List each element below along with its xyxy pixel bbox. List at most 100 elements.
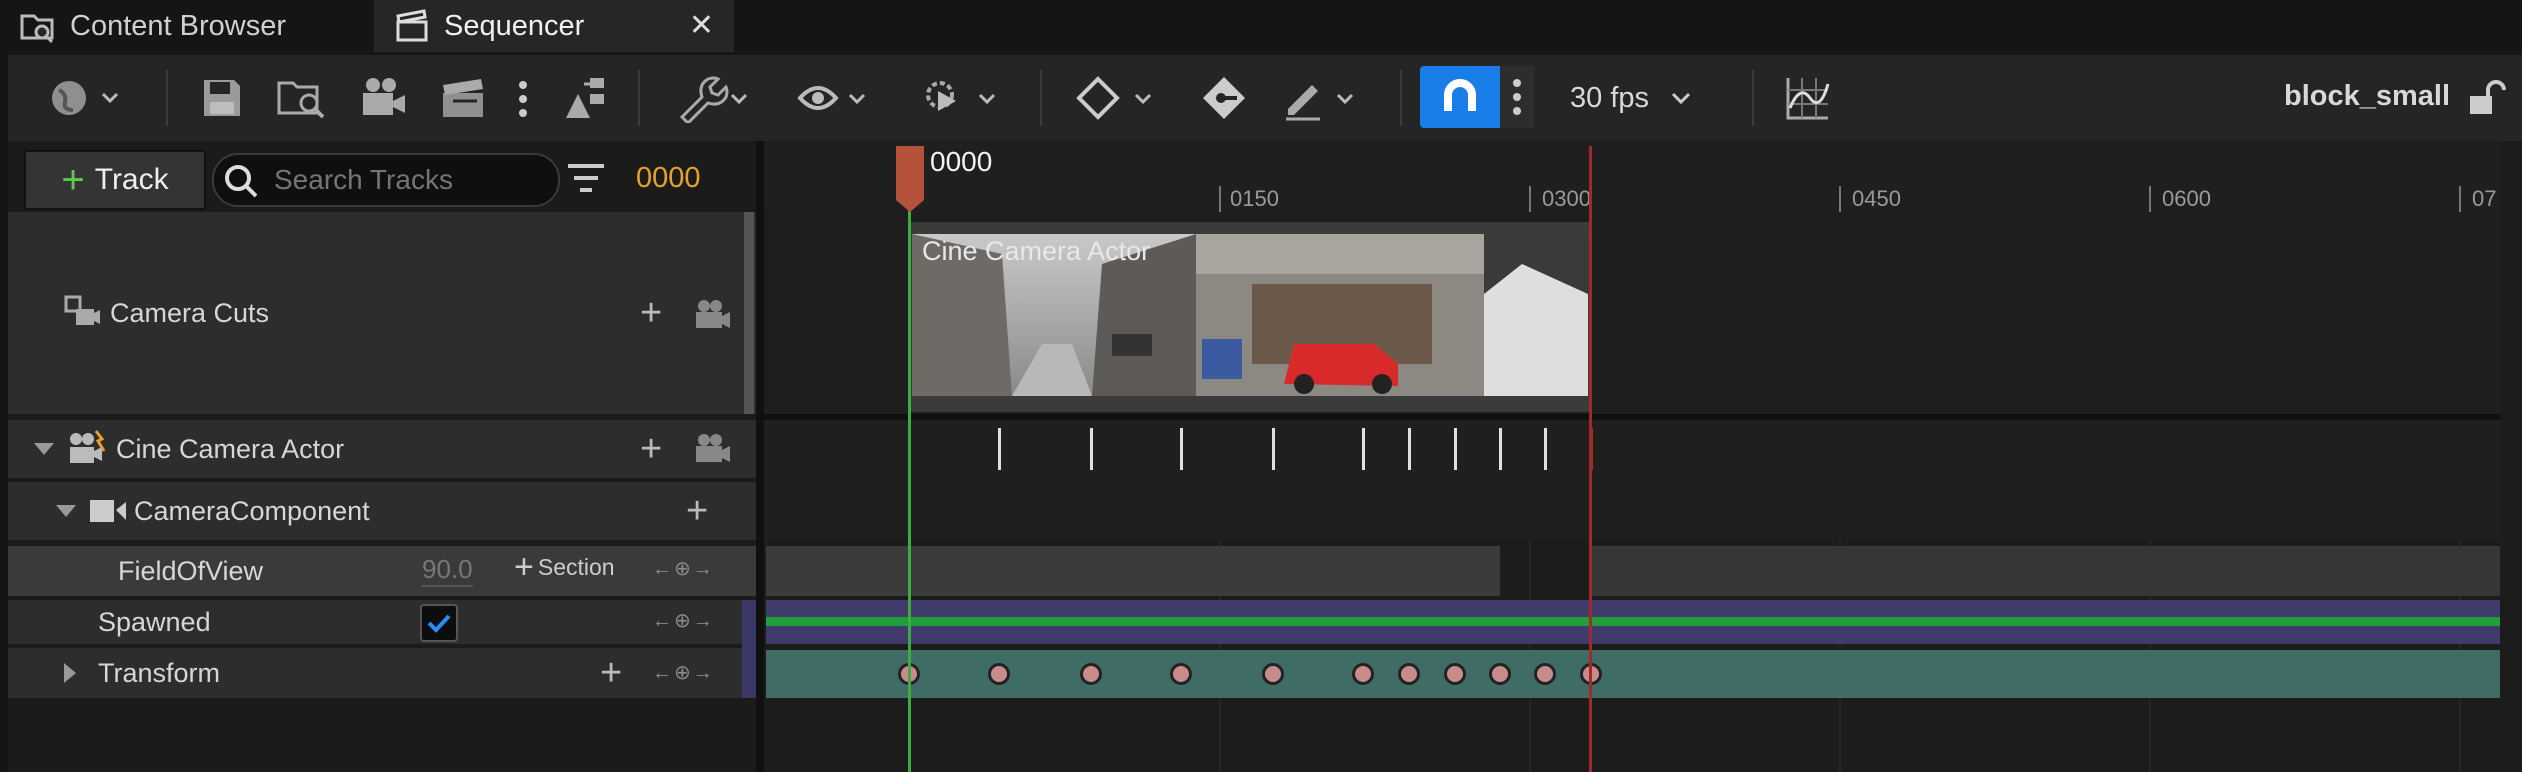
pencil-icon	[1286, 85, 1354, 121]
keyframe-navigation-icon[interactable]: ←⊕→	[652, 660, 715, 685]
edit-mode-button[interactable]	[1282, 70, 1362, 126]
track-label-camera-component: CameraComponent	[134, 495, 370, 526]
tools-menu-button[interactable]	[674, 70, 754, 126]
key-tick[interactable]	[1272, 428, 1275, 470]
key-tick[interactable]	[1408, 428, 1411, 470]
tab-content-browser-label: Content Browser	[70, 9, 286, 42]
add-track-button[interactable]: + Track	[24, 150, 206, 210]
track-row-field-of-view[interactable]: FieldOfView	[8, 546, 756, 596]
gear-play-icon	[926, 81, 996, 111]
filter-icon[interactable]	[566, 160, 606, 196]
field-of-view-value[interactable]: 90.0	[422, 554, 473, 587]
curve-editor-icon	[1786, 78, 1830, 120]
playhead-label: 0000	[930, 146, 993, 177]
browse-button[interactable]	[274, 70, 330, 126]
transform-keyframe[interactable]	[1444, 663, 1466, 685]
tab-content-browser[interactable]: Content Browser	[0, 0, 372, 52]
transform-keyframe[interactable]	[1352, 663, 1374, 685]
auto-key-button[interactable]	[1196, 70, 1252, 126]
eye-icon	[797, 86, 866, 110]
search-tracks-box[interactable]	[212, 153, 560, 207]
keyframe-navigation-icon[interactable]: ←⊕→	[652, 556, 715, 581]
add-plus-icon[interactable]: +	[640, 430, 662, 468]
snap-toggle-button[interactable]	[1420, 66, 1500, 128]
toolbar-divider	[1400, 70, 1402, 126]
key-tick[interactable]	[998, 428, 1001, 470]
outliner-scrollbar[interactable]	[744, 212, 754, 414]
view-options-button[interactable]	[796, 70, 876, 126]
tab-sequencer[interactable]: Sequencer ✕	[374, 0, 734, 52]
hierarchy-button[interactable]	[558, 70, 614, 126]
spawned-true-bar[interactable]	[766, 617, 2500, 626]
world-menu-button[interactable]	[40, 72, 130, 124]
key-tick[interactable]	[1180, 428, 1183, 470]
cine-camera-actor-lane	[764, 420, 2500, 540]
ruler-tick-label: 07	[2472, 186, 2497, 211]
ruler-tick	[2459, 186, 2461, 212]
add-section-button[interactable]: + Section	[514, 550, 615, 584]
playback-end-marker[interactable]	[1589, 146, 1592, 772]
frame-rate-label: 30 fps	[1570, 81, 1649, 114]
camera-bind-icon[interactable]	[694, 432, 732, 466]
transform-keyframe[interactable]	[1534, 663, 1556, 685]
curve-editor-button[interactable]	[1780, 70, 1836, 126]
diamond-icon	[1076, 76, 1152, 120]
add-plus-icon[interactable]: +	[600, 654, 622, 692]
expand-triangle-icon	[64, 663, 76, 683]
key-tick[interactable]	[1544, 428, 1547, 470]
snap-options-button[interactable]	[1500, 66, 1534, 128]
playback-start-marker[interactable]	[908, 210, 911, 772]
add-track-label: Track	[94, 163, 169, 196]
transform-keyframe[interactable]	[988, 663, 1010, 685]
camera-bind-icon[interactable]	[694, 298, 732, 332]
lock-icon[interactable]	[2466, 78, 2506, 120]
folder-search-icon	[277, 81, 325, 119]
keyframe-navigation-icon[interactable]: ←⊕→	[652, 608, 715, 633]
track-row-spawned[interactable]: Spawned	[8, 600, 756, 644]
track-row-camera-component[interactable]: CameraComponent	[8, 482, 756, 540]
track-row-transform[interactable]: Transform	[8, 648, 756, 698]
frame-rate-dropdown[interactable]: 30 fps	[1570, 70, 1730, 126]
transform-keyframe[interactable]	[1262, 663, 1284, 685]
panel-splitter[interactable]	[756, 141, 764, 772]
track-label-camera-cuts: Camera Cuts	[110, 297, 270, 328]
ruler-tick-label: 0600	[2162, 186, 2211, 211]
key-tick[interactable]	[1499, 428, 1502, 470]
field-of-view-lane[interactable]	[1590, 546, 2500, 596]
magnet-icon	[1444, 79, 1476, 111]
hierarchy-icon	[566, 78, 604, 118]
tab-sequencer-label: Sequencer	[444, 9, 585, 42]
current-frame[interactable]: 0000	[636, 162, 701, 195]
key-tick[interactable]	[1090, 428, 1093, 470]
spawned-checkbox[interactable]	[420, 604, 458, 642]
add-plus-icon[interactable]: +	[686, 492, 708, 530]
key-interpolation-button[interactable]	[1074, 70, 1158, 126]
clapperboard-button[interactable]	[436, 70, 492, 126]
transform-keyframe[interactable]	[1170, 663, 1192, 685]
track-label-transform: Transform	[98, 657, 221, 688]
time-ruler[interactable]	[764, 141, 2500, 213]
plus-icon: +	[61, 158, 85, 202]
more-options-icon[interactable]	[508, 74, 538, 124]
field-of-view-lane[interactable]	[766, 546, 1500, 596]
transform-keyframe[interactable]	[1080, 663, 1102, 685]
save-button[interactable]	[196, 70, 248, 126]
ruler-tick	[1529, 186, 1531, 212]
search-tracks-input[interactable]	[272, 163, 536, 197]
ruler-tick-label: 0450	[1852, 186, 1901, 211]
camera-cuts-icon	[64, 295, 100, 325]
key-tick[interactable]	[1362, 428, 1365, 470]
add-plus-icon[interactable]: +	[640, 294, 662, 332]
transform-keyframe[interactable]	[1489, 663, 1511, 685]
save-icon	[204, 80, 240, 116]
key-tick[interactable]	[1454, 428, 1457, 470]
transform-keyframe[interactable]	[1398, 663, 1420, 685]
globe-icon	[52, 81, 119, 115]
close-tab-icon[interactable]: ✕	[689, 8, 714, 43]
playback-options-button[interactable]	[920, 70, 1004, 126]
render-movie-button[interactable]	[356, 70, 412, 126]
playhead[interactable]	[896, 146, 924, 212]
transform-lane[interactable]	[766, 650, 2500, 698]
ruler-tick	[1839, 186, 1841, 212]
clapperboard-icon	[392, 6, 432, 46]
